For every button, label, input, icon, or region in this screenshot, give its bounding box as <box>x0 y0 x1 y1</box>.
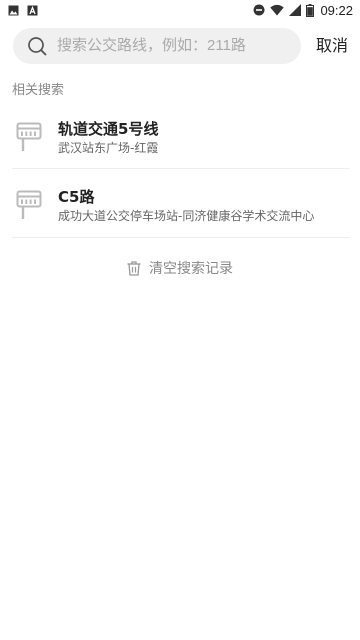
route-title: 轨道交通5号线 <box>58 120 159 138</box>
search-icon <box>28 37 47 56</box>
search-bar: 取消 <box>0 28 360 64</box>
list-item[interactable]: C5路 成功大道公交停车场站-同济健康谷学术交流中心 <box>0 172 360 236</box>
divider <box>12 237 350 238</box>
route-subtitle: 成功大道公交停车场站-同济健康谷学术交流中心 <box>58 209 315 223</box>
battery-icon <box>306 3 315 17</box>
route-title: C5路 <box>58 188 95 206</box>
do-not-disturb-icon <box>253 4 265 16</box>
status-bar: 09:22 <box>0 0 360 20</box>
clear-history-label: 清空搜索记录 <box>149 261 233 277</box>
wifi-icon <box>270 4 285 16</box>
trash-icon <box>127 260 141 276</box>
status-bar-left <box>8 1 46 20</box>
status-bar-right: 09:22 <box>248 3 353 18</box>
related-search-title: 相关搜索 <box>12 83 65 98</box>
bus-stop-icon <box>16 122 42 151</box>
bus-stop-icon <box>16 190 42 219</box>
search-box[interactable] <box>13 28 301 64</box>
signal-icon <box>289 4 302 16</box>
divider <box>12 168 350 169</box>
list-item[interactable]: 轨道交通5号线 武汉站东广场-红霞 <box>0 104 360 168</box>
text-notification-icon <box>27 1 38 20</box>
search-input[interactable] <box>57 28 293 64</box>
status-time: 09:22 <box>320 2 353 18</box>
route-subtitle: 武汉站东广场-红霞 <box>58 141 159 155</box>
image-notification-icon <box>8 1 19 20</box>
cancel-button[interactable]: 取消 <box>316 28 348 64</box>
clear-history-button[interactable]: 清空搜索记录 <box>0 256 360 280</box>
